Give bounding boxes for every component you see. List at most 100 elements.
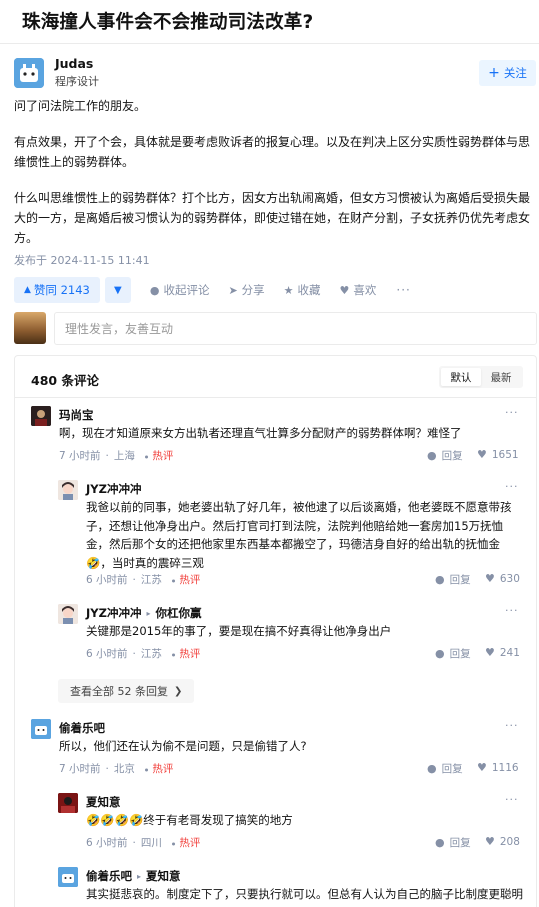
comment-time: 7 小时前: [59, 450, 101, 462]
answer-content: 问了问法院工作的朋友。 有点效果，开了个会，具体就是要考虑败诉者的报复心理。以及…: [14, 96, 532, 264]
share-label: 分享: [241, 283, 265, 297]
commenter-name[interactable]: 夏知意: [86, 794, 121, 810]
published-time[interactable]: 发布于 2024-11-15 11:41: [14, 252, 150, 268]
comment-location: 江苏: [140, 574, 162, 586]
hot-badge: 热评: [172, 572, 200, 587]
hot-badge: 热评: [172, 835, 200, 850]
triangle-up-icon: ▲: [24, 285, 31, 295]
question-title[interactable]: 珠海撞人事件会不会推动司法改革?: [22, 8, 313, 34]
chat-icon: ●: [427, 762, 437, 775]
hot-badge: 热评: [145, 448, 173, 463]
comment-meta: 6 小时前· 四川 热评: [86, 835, 200, 850]
sort-default-tab[interactable]: 默认: [441, 368, 481, 386]
comment-more-button[interactable]: ···: [505, 604, 519, 617]
comment-like-button[interactable]: ♥ 1651: [477, 448, 519, 461]
commenter-avatar[interactable]: [58, 867, 78, 887]
comment-bubble-icon: ●: [149, 283, 160, 297]
comment-sort-toggle: 默认 最新: [439, 366, 523, 388]
avatar-anime-icon: [58, 604, 78, 624]
comment-text: 所以，他们还在认为偷不是问题，只是偷错了人?: [59, 739, 307, 753]
avatar-portrait-icon: [31, 406, 51, 426]
header-divider: [0, 43, 539, 44]
comment-location: 北京: [113, 763, 135, 775]
author-tagline: 程序设计: [55, 75, 99, 88]
avatar-cartoon-icon: [14, 58, 44, 88]
favorite-button[interactable]: ★ 收藏: [284, 282, 321, 298]
chat-icon: ●: [435, 647, 445, 660]
reply-button[interactable]: ● 回复: [427, 448, 463, 463]
comment-count: 480 条评论: [31, 373, 99, 388]
reply-button[interactable]: ● 回复: [435, 835, 471, 850]
vote-up-label: 赞同 2143: [33, 283, 90, 297]
hot-badge: 热评: [172, 646, 200, 661]
comment-more-button[interactable]: ···: [505, 793, 519, 806]
chat-icon: ●: [427, 449, 437, 462]
commenter-name[interactable]: 偷着乐吧 ▸ 夏知意: [86, 868, 181, 884]
comment-like-button[interactable]: ♥ 241: [485, 646, 520, 659]
favorite-label: 收藏: [297, 283, 321, 297]
commenter-avatar[interactable]: [58, 480, 78, 500]
reply-item: 偷着乐吧 ▸ 夏知意 其实挺悲哀的。制度定下了，只要执行就可以。但总有人认为自己…: [58, 867, 523, 907]
author-name[interactable]: Judas: [55, 56, 93, 71]
share-button[interactable]: ➤ 分享: [228, 282, 264, 298]
sort-latest-tab[interactable]: 最新: [481, 368, 521, 386]
avatar-anime-icon: [58, 480, 78, 500]
comment-location: 四川: [140, 837, 162, 849]
comment-like-button[interactable]: ♥ 208: [485, 835, 520, 848]
comment-more-button[interactable]: ···: [505, 406, 519, 419]
reply-item: JYZ冲冲冲 ··· 我爸以前的同事，她老婆出轨了好几年，被他逮了以后谈离婚，他…: [58, 480, 521, 590]
comment-meta: 6 小时前· 江苏 热评: [86, 646, 200, 661]
avatar-cartoon-icon: [58, 867, 78, 887]
view-all-replies-button[interactable]: 查看全部 52 条回复 ❯: [58, 679, 195, 703]
current-user-avatar: [14, 312, 46, 344]
heart-icon: ♥: [477, 448, 487, 461]
comment-text: 关键那是2015年的事了，要是现在搞不好真得让他净身出户: [86, 624, 392, 638]
commenter-name[interactable]: 玛尚宝: [59, 407, 94, 423]
collapse-comments-button[interactable]: ● 收起评论: [150, 282, 210, 298]
commenter-avatar[interactable]: [31, 406, 51, 426]
commenter-name[interactable]: JYZ冲冲冲: [86, 481, 141, 497]
reply-button[interactable]: ● 回复: [427, 761, 463, 776]
comment-meta: 7 小时前· 上海 热评: [59, 448, 173, 463]
answer-paragraph: 问了问法院工作的朋友。: [14, 99, 147, 113]
comment-text: 我爸以前的同事，她老婆出轨了好几年，被他逮了以后谈离婚，他老婆既不愿意带孩子，还…: [86, 500, 512, 570]
comment-like-button[interactable]: ♥ 1116: [477, 761, 519, 774]
comments-panel: 480 条评论 默认 最新 玛尚宝 ··· 啊，现在才知道原来女方出轨者还理直气…: [14, 355, 537, 907]
answer-paragraph: 什么叫思维惯性上的弱势群体？打个比方，因女方出轨闹离婚，但女方习惯被认为离婚后受…: [14, 191, 531, 245]
author-avatar[interactable]: [14, 58, 44, 88]
comment-input[interactable]: 理性发言，友善互动: [54, 312, 537, 345]
commenter-avatar[interactable]: [58, 793, 78, 813]
heart-icon: ♥: [485, 835, 495, 848]
reply-button[interactable]: ● 回复: [435, 646, 471, 661]
vote-down-button[interactable]: ▼: [104, 277, 131, 303]
reply-item: JYZ冲冲冲 ▸ 你杠你赢 ··· 关键那是2015年的事了，要是现在搞不好真得…: [58, 604, 521, 664]
reply-button[interactable]: ● 回复: [435, 572, 471, 587]
reply-arrow-icon: ▸: [146, 608, 151, 618]
heart-icon: ♥: [485, 572, 495, 585]
commenter-avatar[interactable]: [31, 719, 51, 739]
commenter-name[interactable]: JYZ冲冲冲 ▸ 你杠你赢: [86, 605, 201, 621]
comment-location: 上海: [113, 450, 135, 462]
heart-icon: ♥: [339, 283, 350, 297]
view-all-label: 查看全部 52 条回复: [70, 685, 168, 698]
commenter-name[interactable]: 偷着乐吧: [59, 720, 105, 736]
comment-more-button[interactable]: ···: [505, 719, 519, 732]
comment-like-button[interactable]: ♥ 630: [485, 572, 520, 585]
reply-item: 夏知意 ··· 🤣🤣🤣🤣终于有老哥发现了搞笑的地方 6 小时前· 四川 热评 ●…: [58, 793, 521, 853]
vote-up-button[interactable]: ▲ 赞同 2143: [14, 277, 100, 303]
follow-button[interactable]: + 关注: [479, 60, 536, 86]
reply-to-name: 你杠你赢: [155, 606, 202, 620]
like-button[interactable]: ♥ 喜欢: [340, 282, 377, 298]
commenter-avatar[interactable]: [58, 604, 78, 624]
more-actions-button[interactable]: ···: [396, 283, 410, 297]
chat-icon: ●: [435, 836, 445, 849]
collapse-comments-label: 收起评论: [163, 283, 210, 297]
comment-meta: 6 小时前· 江苏 热评: [86, 572, 200, 587]
comment-time: 7 小时前: [59, 763, 101, 775]
comment-more-button[interactable]: ···: [505, 480, 519, 493]
comment-time: 6 小时前: [86, 648, 128, 660]
reply-arrow-icon: ▸: [137, 871, 142, 881]
triangle-down-icon: ▼: [113, 284, 122, 296]
reply-to-name: 夏知意: [146, 869, 181, 883]
star-icon: ★: [283, 283, 294, 297]
